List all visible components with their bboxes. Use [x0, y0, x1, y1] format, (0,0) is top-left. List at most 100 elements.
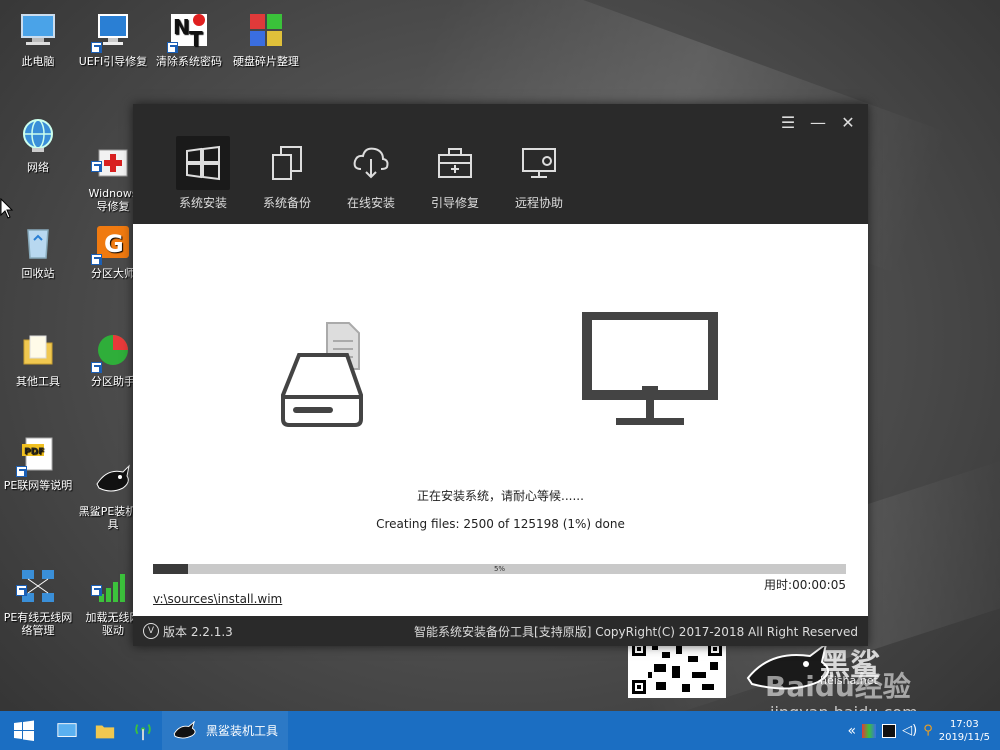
- clock-date: 2019/11/5: [938, 731, 990, 743]
- desktop-icon-label: 回收站: [21, 267, 55, 280]
- desktop-icon-pe-network-notes[interactable]: PDF PE联网等说明: [0, 434, 76, 492]
- desktop-icon-other-tools[interactable]: 其他工具: [0, 330, 76, 388]
- tab-system-backup[interactable]: 系统备份: [245, 136, 329, 216]
- tray-app-icon[interactable]: [882, 723, 897, 738]
- baidu-watermark: Baidu经验: [765, 670, 911, 703]
- shortcut-arrow-icon: [16, 585, 27, 596]
- tab-label: 系统安装: [178, 196, 227, 210]
- window-body: 正在安装系统，请耐心等候...... Creating files: 2500 …: [133, 224, 868, 616]
- desktop-icon-network-manager[interactable]: PE有线无线网 络管理: [0, 540, 76, 650]
- copyright-text: 智能系统安装备份工具[支持原版] CopyRight(C) 2017-2018 …: [414, 624, 858, 639]
- taskbar-app-heisha[interactable]: 黑鲨装机工具: [162, 711, 289, 750]
- install-file-path: v:\sources\install.wim: [153, 592, 283, 606]
- desktop-icon-label: 网络: [27, 161, 49, 174]
- clock-time: 17:03: [949, 718, 979, 730]
- recycle-bin-icon: [18, 222, 58, 262]
- desktop-icon-clear-password[interactable]: NT 清除系统密码: [151, 10, 227, 68]
- disk-pie-icon: [91, 330, 133, 373]
- nt-key-icon: NT: [167, 10, 209, 53]
- desktop-icon-defrag[interactable]: 硬盘碎片整理: [228, 10, 304, 68]
- desktop-icon-label: UEFI引导修复: [78, 55, 148, 68]
- tab-system-install[interactable]: 系统安装: [161, 136, 245, 216]
- tab-label: 引导修复: [430, 196, 479, 210]
- progress-percent-label: 5%: [493, 565, 506, 573]
- tab-online-install[interactable]: 在线安装: [329, 136, 413, 216]
- shark-logo-icon: [173, 720, 196, 738]
- chevron-left-icon[interactable]: «: [848, 723, 857, 739]
- desktop-icon-label: PE联网等说明: [3, 479, 73, 492]
- tab-boot-repair[interactable]: 引导修复: [413, 136, 497, 216]
- toolbox-icon: [428, 136, 482, 190]
- folder-icon: [95, 725, 115, 738]
- first-aid-kit-icon: [91, 129, 133, 177]
- network-topology-icon: [16, 553, 58, 602]
- tab-label: 远程协助: [514, 196, 563, 210]
- tab-label: 系统备份: [262, 196, 311, 210]
- window-footer: V 版本 2.2.1.3 智能系统安装备份工具[支持原版] CopyRight(…: [133, 616, 868, 646]
- qr-code: [628, 638, 726, 698]
- start-button[interactable]: [0, 711, 48, 750]
- window-header: ☰ — ✕ 系统安装 系统备份 在线安装 引导修复 远程协助: [133, 104, 868, 224]
- screen-icon: [57, 722, 77, 737]
- signal-bars-icon: [91, 553, 133, 602]
- shark-logo-icon: [93, 447, 133, 492]
- install-progress-bar: 5%: [153, 564, 846, 574]
- version-label: 版本 2.2.1.3: [163, 624, 233, 639]
- svg-text:PDF: PDF: [24, 447, 44, 457]
- folder-icon: [18, 330, 58, 370]
- desktop-icon-label: 清除系统密码: [156, 55, 222, 68]
- tab-label: 在线安装: [346, 196, 395, 210]
- svg-text:G: G: [104, 230, 124, 258]
- menu-icon[interactable]: ☰: [776, 112, 800, 132]
- partition-g-icon: G: [91, 222, 133, 265]
- cube-blocks-icon: [246, 10, 286, 50]
- desktop-icon-network[interactable]: 网络: [0, 116, 76, 174]
- shortcut-arrow-icon: [91, 254, 102, 265]
- shortcut-arrow-icon: [91, 161, 102, 172]
- search-icon[interactable]: ⚲: [923, 723, 933, 738]
- shortcut-arrow-icon: [167, 42, 178, 53]
- close-button[interactable]: ✕: [836, 112, 860, 132]
- window-controls: ☰ — ✕: [776, 112, 860, 132]
- computer-icon: [18, 10, 58, 50]
- monitor-tool-icon: [91, 10, 133, 53]
- desktop-icon-this-pc[interactable]: 此电脑: [0, 10, 76, 68]
- mouse-cursor-icon: [0, 198, 14, 219]
- svg-text:T: T: [189, 27, 203, 50]
- installer-window: ☰ — ✕ 系统安装 系统备份 在线安装 引导修复 远程协助 正在安装系统，请耐…: [133, 104, 868, 646]
- speaker-icon[interactable]: ◁): [902, 723, 917, 738]
- minimize-button[interactable]: —: [806, 112, 830, 132]
- cloud-download-icon: [344, 136, 398, 190]
- main-nav: 系统安装 系统备份 在线安装 引导修复 远程协助: [161, 136, 581, 216]
- remote-monitor-icon: [512, 136, 566, 190]
- taskbar: 黑鲨装机工具 « ◁) ⚲ 17:03 2019/11/5: [0, 711, 1000, 750]
- tab-remote-assist[interactable]: 远程协助: [497, 136, 581, 216]
- desktop-icon-uefi-repair[interactable]: UEFI引导修复: [75, 10, 151, 68]
- hard-drive-icon: [281, 322, 363, 427]
- windows-logo-icon: [176, 136, 230, 190]
- shortcut-arrow-icon: [91, 362, 102, 373]
- system-tray: « ◁) ⚲ 17:03 2019/11/5: [848, 711, 1000, 750]
- shortcut-arrow-icon: [91, 42, 102, 53]
- chevron-down-circle-icon: V: [143, 623, 159, 639]
- shortcut-arrow-icon: [16, 466, 27, 477]
- elapsed-time: 用时:00:00:05: [764, 578, 846, 592]
- color-app-icon[interactable]: [862, 723, 877, 738]
- desktop-icon-label: 此电脑: [21, 55, 55, 68]
- install-status-message: 正在安装系统，请耐心等候......: [417, 489, 584, 503]
- pdf-icon: PDF: [16, 434, 58, 477]
- taskbar-app-label: 黑鲨装机工具: [206, 724, 279, 738]
- taskbar-desktop-button[interactable]: [48, 711, 86, 750]
- version-info: V 版本 2.2.1.3: [143, 623, 233, 640]
- file-progress-text: Creating files: 2500 of 125198 (1%) done: [376, 517, 625, 531]
- copy-icon: [260, 136, 314, 190]
- desktop-icon-recycle-bin[interactable]: 回收站: [0, 222, 76, 280]
- windows-start-icon: [14, 720, 34, 741]
- taskbar-clock[interactable]: 17:03 2019/11/5: [939, 718, 990, 744]
- taskbar-explorer-button[interactable]: [86, 711, 124, 750]
- desktop-icon-label: 硬盘碎片整理: [233, 55, 299, 68]
- taskbar-wifi-button[interactable]: [124, 711, 162, 750]
- svg-text:N: N: [173, 15, 190, 39]
- monitor-icon: [582, 312, 718, 425]
- globe-network-icon: [18, 116, 58, 156]
